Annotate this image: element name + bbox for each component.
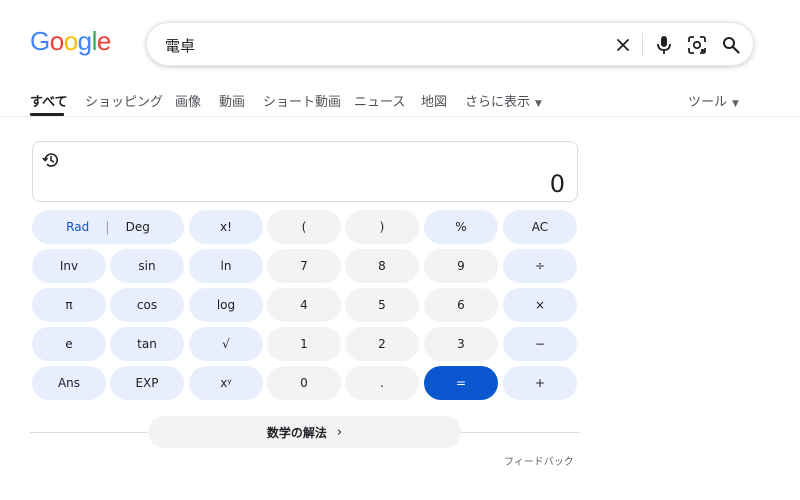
logo-letter: G — [30, 26, 50, 56]
digit-9-button[interactable]: 9 — [424, 249, 498, 283]
close-icon[interactable] — [611, 33, 635, 57]
ln-button[interactable]: ln — [189, 249, 263, 283]
answer-button[interactable]: Ans — [32, 366, 106, 400]
digit-6-button[interactable]: 6 — [424, 288, 498, 322]
math-solver-label: 数学の解法 — [266, 425, 327, 440]
logo-letter: o — [63, 26, 78, 56]
cos-button[interactable]: cos — [110, 288, 184, 322]
calculator-display: 0 — [32, 141, 578, 202]
digit-0-button[interactable]: 0 — [267, 366, 341, 400]
search-tabs: すべて ショッピング 画像 動画 ショート動画 ニュース 地図 さらに表示 ▼ ツ… — [0, 84, 800, 117]
angle-mode-toggle[interactable]: Rad | Deg — [32, 210, 184, 244]
digit-4-button[interactable]: 4 — [267, 288, 341, 322]
log-button[interactable]: log — [189, 288, 263, 322]
search-bar[interactable]: 電卓 — [146, 22, 754, 66]
tab-maps[interactable]: 地図 — [421, 91, 447, 110]
sin-button[interactable]: sin — [110, 249, 184, 283]
tab-more-label: さらに表示 — [465, 95, 531, 110]
minus-button[interactable]: − — [503, 327, 577, 361]
tab-news[interactable]: ニュース — [354, 91, 405, 110]
search-icon[interactable] — [719, 33, 743, 57]
rad-button[interactable]: Rad — [66, 220, 89, 234]
tab-all[interactable]: すべて — [30, 91, 68, 110]
history-icon[interactable] — [42, 151, 60, 169]
sqrt-button[interactable]: √ — [189, 327, 263, 361]
microphone-icon[interactable] — [652, 33, 676, 57]
factorial-button[interactable]: x! — [189, 210, 263, 244]
tan-button[interactable]: tan — [110, 327, 184, 361]
deg-button[interactable]: Deg — [126, 220, 150, 234]
euler-button[interactable]: e — [32, 327, 106, 361]
digit-2-button[interactable]: 2 — [345, 327, 419, 361]
chevron-down-icon: ▼ — [732, 99, 739, 109]
math-solver-button[interactable]: 数学の解法 › — [148, 416, 461, 448]
active-tab-indicator — [30, 113, 64, 116]
power-button[interactable]: xʸ — [189, 366, 263, 400]
all-clear-button[interactable]: AC — [503, 210, 577, 244]
google-logo[interactable]: Google — [30, 26, 111, 57]
chevron-right-icon: › — [336, 424, 343, 440]
digit-3-button[interactable]: 3 — [424, 327, 498, 361]
percent-button[interactable]: % — [424, 210, 498, 244]
tab-images[interactable]: 画像 — [175, 91, 201, 110]
tab-shopping[interactable]: ショッピング — [85, 91, 163, 110]
digit-7-button[interactable]: 7 — [267, 249, 341, 283]
tab-short-videos[interactable]: ショート動画 — [263, 91, 341, 110]
plus-button[interactable]: + — [503, 366, 577, 400]
divide-button[interactable]: ÷ — [503, 249, 577, 283]
logo-letter: o — [49, 26, 64, 56]
tab-more[interactable]: さらに表示 ▼ — [465, 91, 542, 110]
logo-letter: g — [77, 26, 92, 56]
lens-icon[interactable] — [685, 33, 709, 57]
digit-8-button[interactable]: 8 — [345, 249, 419, 283]
tools-button[interactable]: ツール ▼ — [688, 91, 739, 110]
digit-1-button[interactable]: 1 — [267, 327, 341, 361]
digit-5-button[interactable]: 5 — [345, 288, 419, 322]
decimal-point-button[interactable]: . — [345, 366, 419, 400]
multiply-button[interactable]: × — [503, 288, 577, 322]
feedback-link[interactable]: フィードバック — [504, 453, 574, 468]
equals-button[interactable]: = — [424, 366, 498, 400]
pi-button[interactable]: π — [32, 288, 106, 322]
tools-label: ツール — [688, 95, 728, 110]
exp-button[interactable]: EXP — [110, 366, 184, 400]
search-divider — [642, 33, 643, 57]
right-paren-button[interactable]: ) — [345, 210, 419, 244]
search-input[interactable]: 電卓 — [165, 35, 195, 56]
logo-letter: e — [96, 26, 111, 56]
inverse-button[interactable]: Inv — [32, 249, 106, 283]
display-value: 0 — [549, 170, 565, 198]
mode-separator: | — [105, 219, 110, 235]
left-paren-button[interactable]: ( — [267, 210, 341, 244]
tab-videos[interactable]: 動画 — [219, 91, 245, 110]
chevron-down-icon: ▼ — [535, 99, 542, 109]
